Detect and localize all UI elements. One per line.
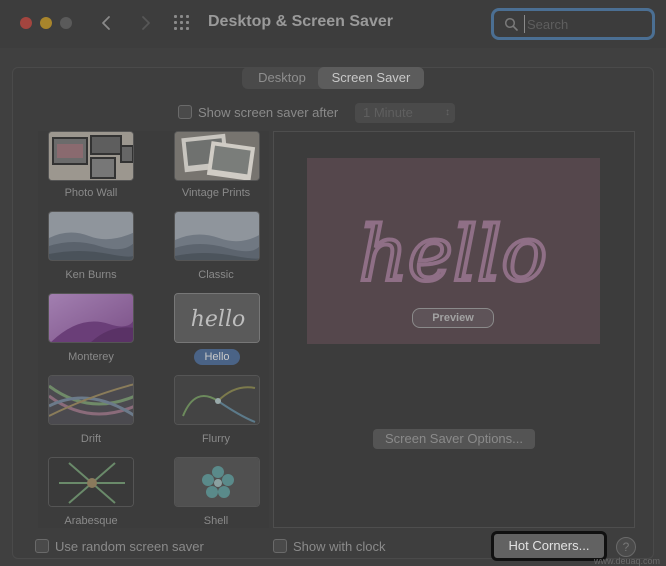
- hello-preview-text: hello: [359, 209, 547, 298]
- saver-label-selected: Hello: [194, 349, 240, 365]
- flurry-image: [175, 376, 259, 424]
- thumbnail-vintage-prints[interactable]: [174, 131, 260, 181]
- saver-label: Arabesque: [64, 515, 118, 527]
- saver-label: Photo Wall: [64, 187, 118, 199]
- updown-chevron-icon: ↕: [445, 107, 450, 118]
- show-clock-checkbox[interactable]: [273, 539, 287, 553]
- thumbnail-photo-wall[interactable]: [48, 131, 134, 181]
- show-after-value: 1 Minute: [363, 105, 413, 120]
- svg-text:hello: hello: [191, 307, 246, 332]
- watermark-text: www.deuaq.com: [594, 556, 661, 566]
- random-saver-label: Use random screen saver: [55, 539, 204, 554]
- show-all-grid-icon[interactable]: [174, 15, 192, 31]
- screen-saver-options-button[interactable]: Screen Saver Options...: [373, 429, 535, 449]
- show-after-checkbox[interactable]: [178, 105, 192, 119]
- saver-label: Vintage Prints: [181, 187, 251, 199]
- shell-image: [175, 458, 259, 506]
- drift-image: [49, 376, 133, 424]
- search-input[interactable]: [524, 15, 646, 33]
- system-preferences-window: Desktop & Screen Saver Desktop Screen Sa…: [0, 0, 666, 566]
- show-after-label: Show screen saver after: [198, 105, 339, 120]
- arabesque-image: [49, 458, 133, 506]
- saver-label: Classic: [198, 269, 234, 281]
- zoom-window-button[interactable]: [60, 17, 72, 29]
- show-clock-label: Show with clock: [293, 539, 386, 554]
- preview-button[interactable]: Preview: [412, 308, 494, 328]
- window-title: Desktop & Screen Saver: [208, 13, 393, 30]
- hello-image: hello: [175, 294, 259, 342]
- saver-label: Drift: [80, 433, 102, 445]
- saver-label: Shell: [203, 515, 229, 527]
- show-after-select[interactable]: 1 Minute ↕: [355, 103, 455, 123]
- tab-control: Desktop Screen Saver: [242, 67, 424, 89]
- photo-wall-image: [49, 132, 133, 180]
- title-bar: Desktop & Screen Saver: [0, 0, 666, 48]
- saver-label: Flurry: [201, 433, 231, 445]
- thumbnail-drift[interactable]: [48, 375, 134, 425]
- thumbnail-classic[interactable]: [174, 211, 260, 261]
- classic-image: [175, 212, 259, 260]
- ken-burns-image: [49, 212, 133, 260]
- chevron-right-icon: [142, 16, 150, 30]
- chevron-left-icon: [102, 16, 110, 30]
- search-field[interactable]: [491, 8, 655, 40]
- saver-label: Monterey: [68, 351, 114, 363]
- vintage-prints-image: [175, 132, 259, 180]
- random-saver-checkbox[interactable]: [35, 539, 49, 553]
- thumbnail-monterey[interactable]: [48, 293, 134, 343]
- thumbnail-arabesque[interactable]: [48, 457, 134, 507]
- thumbnail-shell[interactable]: [174, 457, 260, 507]
- thumbnail-ken-burns[interactable]: [48, 211, 134, 261]
- search-icon: [504, 17, 518, 31]
- minimize-window-button[interactable]: [40, 17, 52, 29]
- tab-desktop[interactable]: Desktop: [246, 67, 318, 89]
- help-button[interactable]: ?: [616, 537, 636, 557]
- hot-corners-button[interactable]: Hot Corners...: [491, 531, 607, 561]
- forward-button[interactable]: [134, 12, 156, 34]
- back-button[interactable]: [96, 12, 118, 34]
- thumbnail-flurry[interactable]: [174, 375, 260, 425]
- monterey-image: [49, 294, 133, 342]
- tab-screen-saver[interactable]: Screen Saver: [318, 67, 424, 89]
- thumbnail-hello[interactable]: hello: [174, 293, 260, 343]
- saver-label: Ken Burns: [65, 269, 117, 281]
- close-window-button[interactable]: [20, 17, 32, 29]
